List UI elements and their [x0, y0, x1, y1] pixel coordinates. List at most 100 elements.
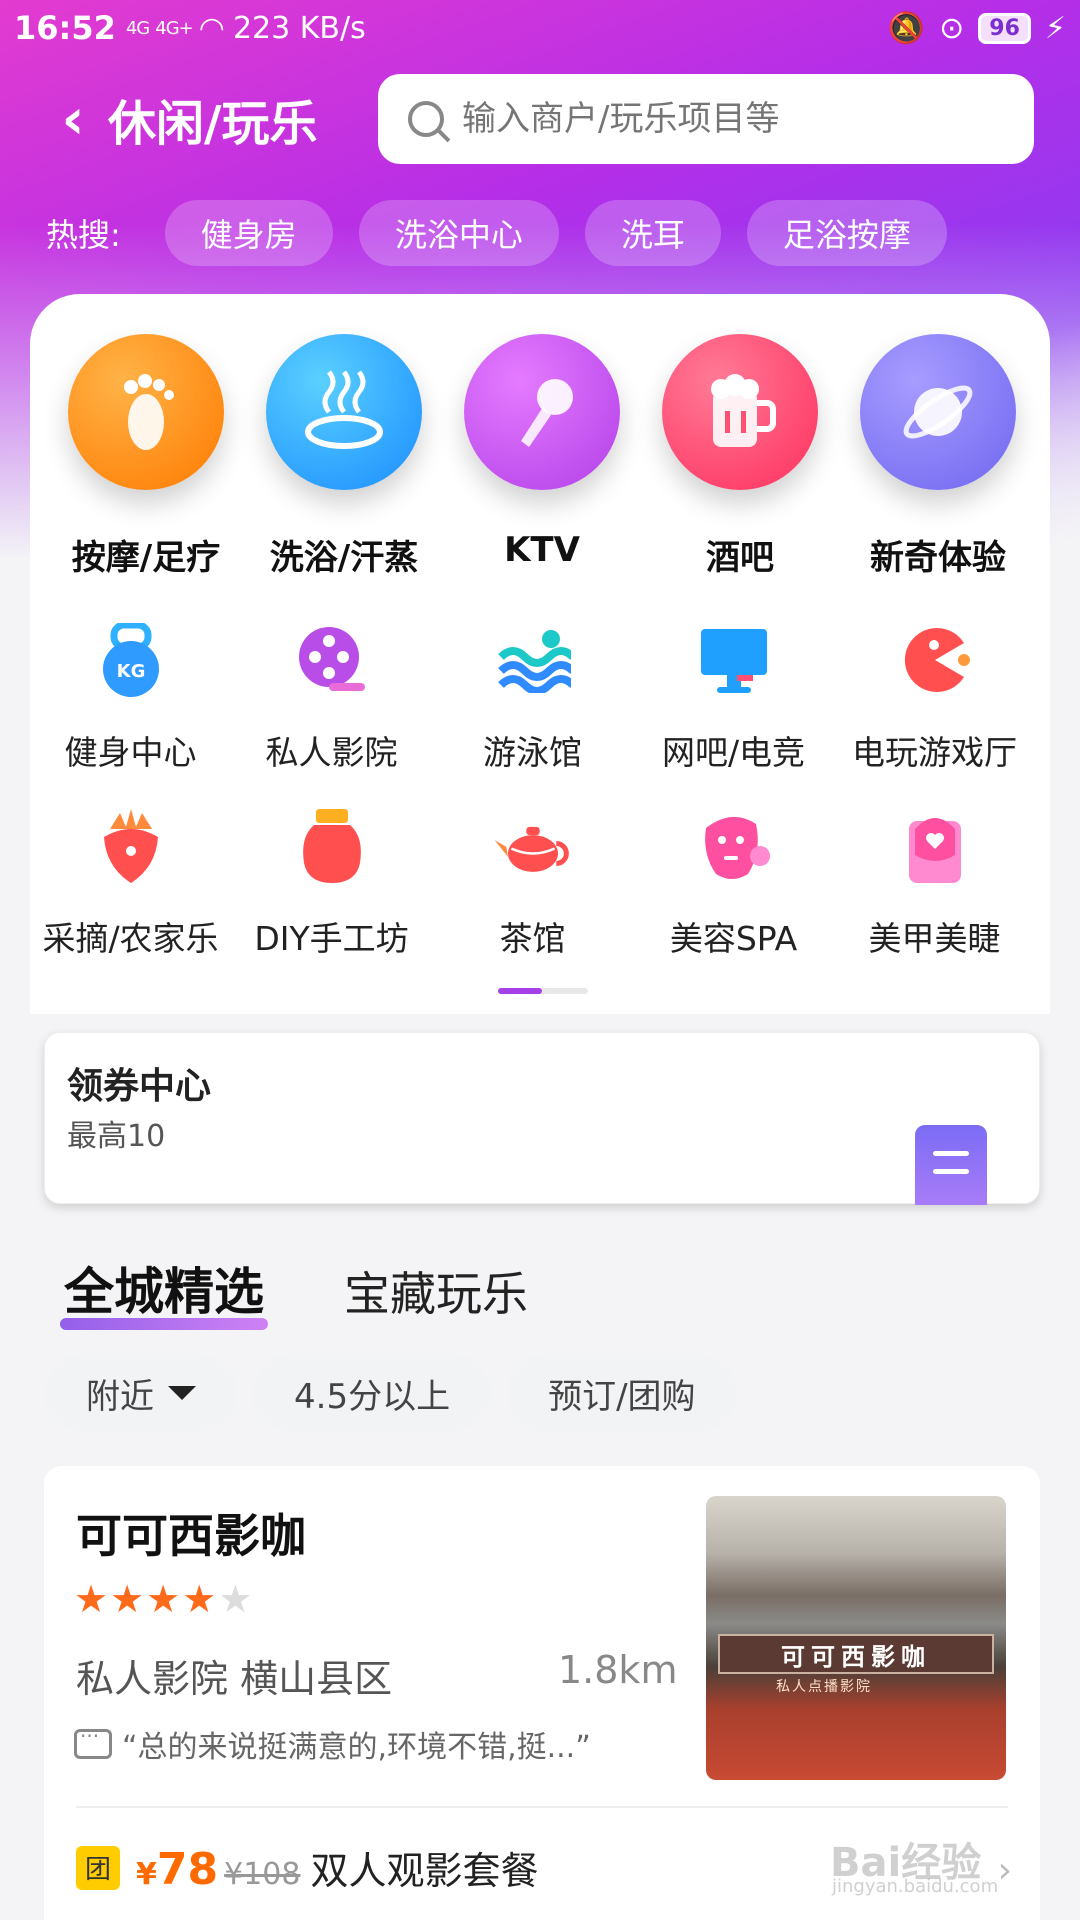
hot-search-bar: 热搜: 健身房 洗浴中心 洗耳 足浴按摩	[46, 200, 973, 266]
category-label: 新奇体验	[870, 538, 1006, 578]
caret-down-icon	[168, 1386, 196, 1400]
photo-sign: 可可西影咖	[718, 1634, 994, 1674]
category-ktv[interactable]: KTV	[443, 334, 641, 579]
group-buy-badge: 团	[76, 1845, 120, 1890]
page-indicator-active	[498, 988, 542, 994]
rating-stars: ★ ★ ★ ★ ★	[74, 1580, 254, 1618]
category-teahouse[interactable]: 茶馆	[432, 806, 633, 992]
category-bath[interactable]: 洗浴/汗蒸	[245, 334, 443, 579]
feed-tabs: 全城精选 宝藏玩乐	[60, 1252, 608, 1330]
category-swimming[interactable]: 游泳馆	[432, 620, 633, 806]
filter-rating[interactable]: 4.5分以上	[252, 1354, 493, 1432]
sub-category-grid: KG 健身中心 私人影院 游泳馆 网吧/电竞 电玩游戏厅 采摘/农家乐 DIY手…	[30, 620, 1050, 992]
kettlebell-icon: KG	[91, 620, 171, 700]
top-bar: ‹ 休闲/玩乐	[0, 74, 1080, 164]
strawberry-icon	[91, 806, 171, 886]
shop-category-area: 私人影院 横山县区	[76, 1657, 393, 1701]
wifi-icon: ◠	[198, 10, 225, 46]
category-panel: 按摩/足疗 洗浴/汗蒸 KTV 酒吧 新奇体验 KG 健身中心 私人影院 游泳馆…	[30, 294, 1050, 1014]
category-fitness[interactable]: KG 健身中心	[30, 620, 231, 806]
film-reel-icon	[292, 620, 372, 700]
category-novelty[interactable]: 新奇体验	[839, 334, 1037, 579]
charging-icon: ⚡	[1044, 10, 1066, 46]
group-deal[interactable]: 团 ¥ 78 ¥108 双人观影套餐	[76, 1840, 538, 1895]
battery-icon: 96	[978, 12, 1031, 44]
comment-icon	[74, 1724, 112, 1759]
tab-treasure-fun[interactable]: 宝藏玩乐	[344, 1258, 528, 1324]
search-input[interactable]	[462, 99, 1002, 139]
filter-booking[interactable]: 预订/团购	[506, 1354, 738, 1432]
category-farm[interactable]: 采摘/农家乐	[30, 806, 231, 992]
planet-icon	[860, 334, 1016, 490]
status-right: 🔕 ⊙ 96 ⚡	[888, 11, 1066, 46]
category-label: 私人影院	[265, 733, 398, 772]
shop-name: 可可西影咖	[76, 1509, 306, 1563]
star-icon: ★	[110, 1577, 145, 1621]
vibrate-icon: 🔕	[887, 10, 926, 46]
star-empty-icon: ★	[218, 1577, 253, 1621]
divider	[76, 1806, 1008, 1808]
hot-search-chip[interactable]: 健身房	[164, 200, 333, 266]
filter-label: 附近	[86, 1376, 154, 1417]
chevron-left-icon: ‹	[61, 86, 85, 152]
category-label: 洗浴/汗蒸	[269, 538, 419, 578]
filter-bar: 附近 4.5分以上 预订/团购	[44, 1354, 752, 1432]
page-title: 休闲/玩乐	[108, 96, 318, 152]
coupon-title: 领券中心	[67, 1066, 212, 1107]
category-label: 健身中心	[64, 733, 197, 772]
watermark-url: jingyan.baidu.com	[832, 1876, 999, 1897]
chevron-right-icon: ›	[997, 1850, 1012, 1891]
filter-nearby[interactable]: 附近	[44, 1354, 238, 1432]
shop-distance: 1.8km	[558, 1648, 678, 1692]
category-label: 茶馆	[499, 919, 566, 958]
network-speed: 223 KB/s	[232, 10, 366, 46]
steam-bath-icon	[266, 334, 422, 490]
category-label: 网吧/电竞	[661, 733, 806, 772]
category-label: 按摩/足疗	[71, 538, 221, 578]
category-beauty-spa[interactable]: 美容SPA	[633, 806, 834, 992]
monitor-icon	[694, 620, 774, 700]
deal-price: 78	[156, 1844, 219, 1895]
shop-photo[interactable]: 可可西影咖 私人点播影院	[706, 1496, 1006, 1780]
search-icon	[408, 101, 444, 137]
face-mask-icon	[694, 806, 774, 886]
category-massage[interactable]: 按摩/足疗	[47, 334, 245, 579]
star-icon: ★	[146, 1577, 181, 1621]
category-diy[interactable]: DIY手工坊	[231, 806, 432, 992]
shop-review: “总的来说挺满意的,环境不错,挺...”	[74, 1722, 591, 1766]
page-indicator	[498, 988, 588, 994]
photo-sign-sub: 私人点播影院	[776, 1679, 872, 1695]
hot-search-chip[interactable]: 洗浴中心	[358, 200, 559, 266]
back-button[interactable]: ‹	[48, 86, 98, 152]
coupon-center-card[interactable]: 领券中心 最高10	[44, 1032, 1040, 1205]
category-nails[interactable]: 美甲美睫	[834, 806, 1035, 992]
hot-search-chip[interactable]: 足浴按摩	[746, 200, 947, 266]
teapot-icon	[493, 806, 573, 886]
category-internet-cafe[interactable]: 网吧/电竞	[633, 620, 834, 806]
category-label: 美甲美睫	[868, 919, 1001, 958]
category-private-cinema[interactable]: 私人影院	[231, 620, 432, 806]
hot-search-chip[interactable]: 洗耳	[584, 200, 721, 266]
category-label: 电玩游戏厅	[852, 733, 1017, 772]
deal-name: 双人观影套餐	[310, 1849, 539, 1893]
category-arcade[interactable]: 电玩游戏厅	[834, 620, 1035, 806]
clipboard-icon	[915, 1125, 987, 1205]
category-label: 酒吧	[706, 538, 774, 578]
search-box[interactable]	[378, 74, 1034, 164]
category-bar[interactable]: 酒吧	[641, 334, 839, 579]
hot-search-label: 热搜:	[46, 216, 121, 254]
tab-city-picks[interactable]: 全城精选	[60, 1252, 268, 1330]
foot-icon	[68, 334, 224, 490]
review-text: “总的来说挺满意的,环境不错,挺...”	[122, 1730, 591, 1765]
status-time: 16:52	[14, 9, 116, 47]
status-bar: 16:52 4G 4G+ ◠ 223 KB/s 🔕 ⊙ 96 ⚡	[0, 0, 1080, 56]
category-label: 游泳馆	[483, 733, 582, 772]
microphone-icon	[464, 334, 620, 490]
main-category-row: 按摩/足疗 洗浴/汗蒸 KTV 酒吧 新奇体验	[30, 334, 1050, 579]
category-label: DIY手工坊	[254, 919, 409, 958]
coupon-subtitle: 最高10	[67, 1119, 166, 1154]
svg-text:KG: KG	[116, 661, 145, 682]
lock-rotation-icon: ⊙	[939, 10, 965, 46]
jar-icon	[292, 806, 372, 886]
price-currency: ¥	[136, 1857, 157, 1892]
